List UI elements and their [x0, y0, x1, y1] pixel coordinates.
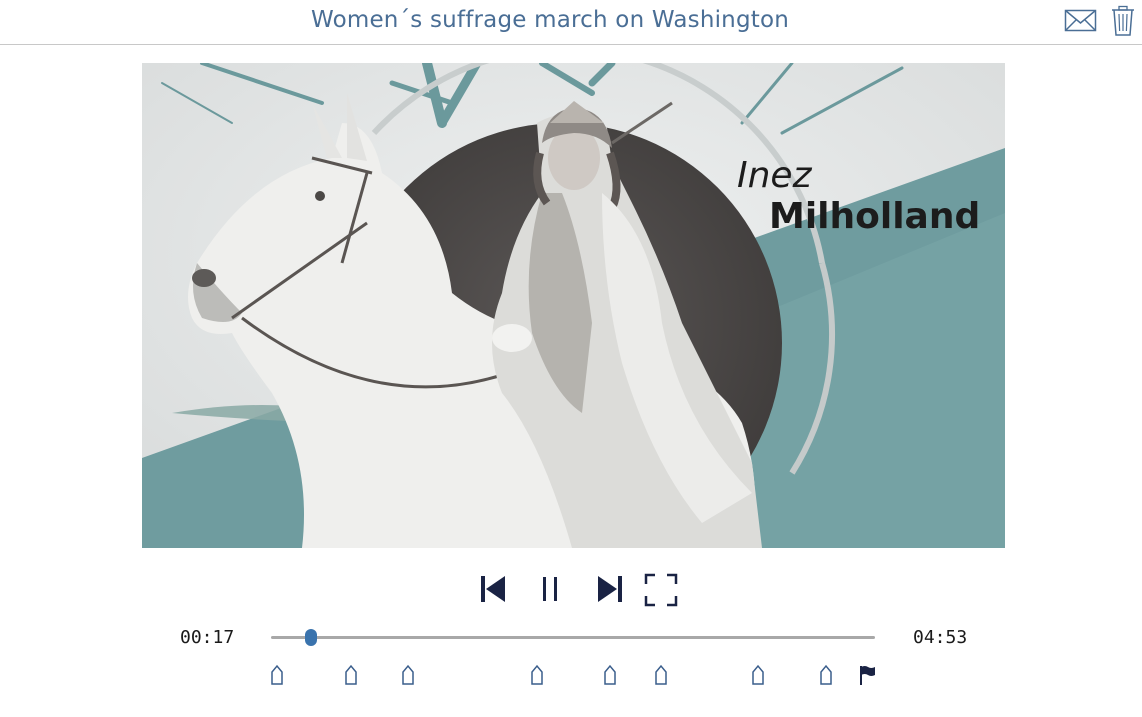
chapter-markers [0, 664, 1142, 690]
trash-icon[interactable] [1110, 5, 1136, 41]
chapter-marker-icon[interactable] [819, 664, 833, 690]
progress-track[interactable] [271, 629, 875, 646]
mail-icon[interactable] [1064, 6, 1097, 38]
playback-controls [0, 571, 1142, 607]
flag-icon[interactable] [859, 664, 877, 690]
chapter-marker-icon[interactable] [530, 664, 544, 690]
chapter-marker-icon[interactable] [270, 664, 284, 690]
skip-back-icon[interactable] [479, 574, 507, 608]
chapter-marker-icon[interactable] [751, 664, 765, 690]
chapter-marker-icon[interactable] [344, 664, 358, 690]
page-title: Women´s suffrage march on Washington [310, 7, 790, 33]
video-frame[interactable]: Inez Milholland [142, 63, 1005, 548]
fullscreen-icon[interactable] [644, 573, 678, 611]
chapter-marker-icon[interactable] [654, 664, 668, 690]
overlay-first-name: Inez [737, 155, 813, 196]
overlay-last-name: Milholland [769, 196, 980, 237]
video-still: Inez Milholland [142, 63, 1005, 548]
total-time: 04:53 [913, 627, 968, 648]
header-bar: Women´s suffrage march on Washington [0, 0, 1142, 45]
chapter-marker-icon[interactable] [401, 664, 415, 690]
progress-thumb[interactable] [304, 629, 317, 646]
pause-icon[interactable] [540, 574, 562, 608]
current-time: 00:17 [180, 627, 235, 648]
skip-forward-icon[interactable] [596, 574, 624, 608]
chapter-marker-icon[interactable] [603, 664, 617, 690]
